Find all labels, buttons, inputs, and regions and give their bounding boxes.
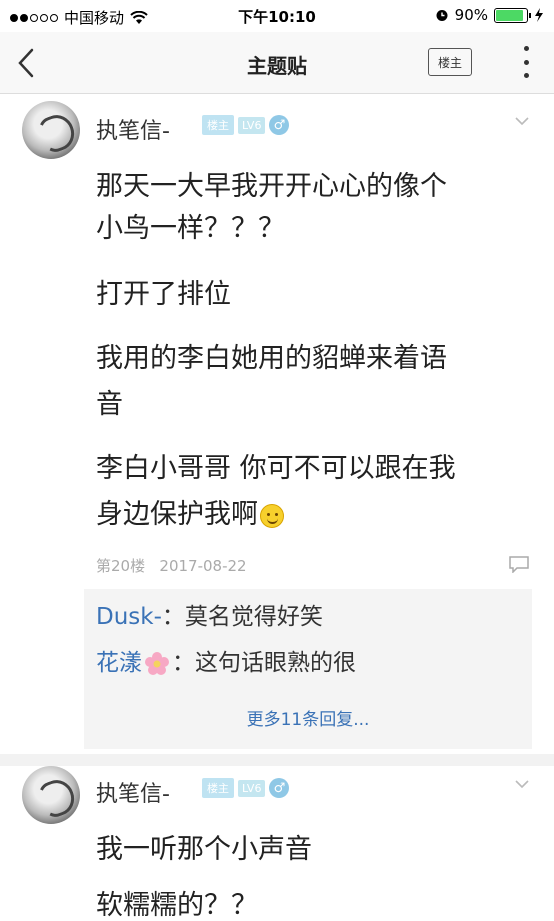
chevron-down-icon[interactable] (514, 776, 530, 792)
post: 执笔信- 楼主 LV6 ♂ 那天一大早我开开心心的像个 小鸟一样？？？ 打开了排… (0, 95, 554, 755)
op-badge: 楼主 (202, 778, 234, 798)
post-text-line: 小鸟一样？？？ (96, 213, 285, 244)
charging-icon (535, 8, 543, 22)
reply-text: ：这句话眼熟的很 (172, 650, 356, 676)
status-bar: 中国移动 下午10:10 90% (0, 0, 554, 32)
post-text-line: 音 (96, 389, 123, 420)
level-badge: LV6 (238, 779, 266, 797)
post-text-line: 打开了排位 (96, 279, 231, 310)
post-text-line: 身边保护我啊 (96, 499, 258, 530)
post-date: 2017-08-22 (159, 557, 247, 575)
post-text-line: 我一听那个小声音 (96, 834, 312, 865)
post: 执笔信- 楼主 LV6 ♂ 我一听那个小声音 软糯糯的？？ (0, 766, 554, 921)
battery-fill (496, 9, 523, 21)
post-text-line-with-emoji: 身边保护我啊 (96, 493, 284, 537)
post-text-line: 软糯糯的？？ (96, 890, 258, 921)
reply-list: Dusk-：莫名觉得好笑 花漾 ：这句话眼熟的很 更多11条回复... (84, 589, 532, 749)
gender-icon: ♂ (269, 115, 290, 135)
post-divider (0, 754, 554, 766)
avatar[interactable] (22, 766, 80, 824)
author-name[interactable]: 执笔信- (96, 776, 170, 808)
chevron-down-icon[interactable] (514, 113, 530, 129)
reply-item[interactable]: Dusk-：莫名觉得好笑 (96, 597, 323, 631)
author-name[interactable]: 执笔信- (96, 113, 170, 145)
smile-emoji-icon (260, 503, 284, 528)
post-text-line: 李白小哥哥 你可不可以跟在我 (96, 453, 456, 484)
author-badges: 楼主 LV6 ♂ (202, 778, 290, 798)
nav-bar: 主题贴 楼主 (0, 32, 554, 94)
alarm-icon (436, 10, 448, 21)
level-badge: LV6 (238, 116, 266, 134)
reply-text: ：莫名觉得好笑 (161, 604, 323, 630)
more-menu-icon[interactable] (522, 46, 530, 78)
battery-percent: 90% (454, 6, 488, 24)
gender-icon: ♂ (269, 778, 290, 798)
floor-label: 第20楼 (96, 557, 146, 575)
reply-item[interactable]: 花漾 ：这句话眼熟的很 (96, 643, 356, 677)
post-text-line: 那天一大早我开开心心的像个 (96, 171, 447, 202)
more-replies-link[interactable]: 更多11条回复... (84, 705, 532, 730)
reply-author[interactable]: Dusk- (96, 604, 162, 630)
avatar[interactable] (22, 101, 80, 159)
op-badge: 楼主 (202, 115, 234, 135)
reply-bubble-icon[interactable] (508, 555, 530, 573)
flower-emoji-icon (145, 651, 169, 675)
post-meta: 第20楼 2017-08-22 (96, 555, 247, 576)
reply-author[interactable]: 花漾 (96, 650, 142, 676)
status-right: 90% (435, 6, 544, 24)
battery-icon (494, 7, 531, 23)
author-badges: 楼主 LV6 ♂ (202, 115, 290, 135)
only-op-button[interactable]: 楼主 (428, 48, 472, 76)
post-text-line: 我用的李白她用的貂蝉来着语 (96, 343, 447, 374)
